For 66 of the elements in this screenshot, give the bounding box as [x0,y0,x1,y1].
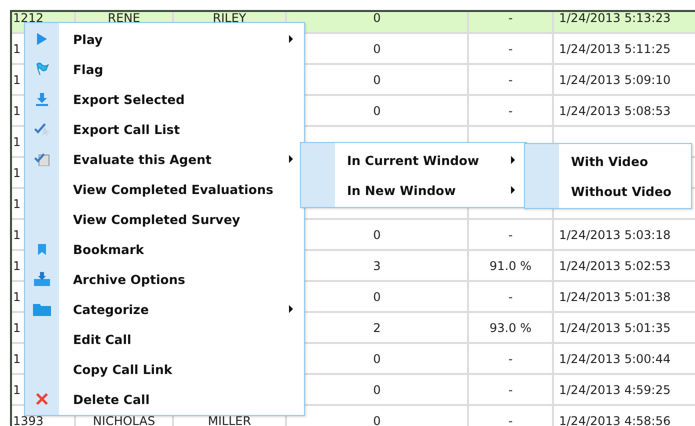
table-cell: 1/24/2013 5:03:18 [559,228,671,242]
table-cell: 0 [373,42,381,56]
table-cell: - [508,414,513,426]
table-cell: 1 [13,104,21,118]
table-cell: 0 [373,414,381,426]
table-cell: 1 [13,259,21,273]
table-cell: MILLER [208,414,252,426]
table-cell: 1/24/2013 4:58:56 [559,414,671,426]
table-cell: 0 [373,352,381,366]
table-cell: 91.0 % [490,259,532,273]
table-cell: - [508,104,513,118]
table-cell: 1212 [13,12,44,25]
menu-item[interactable]: In Current Window [301,145,526,175]
table-cell: 1/24/2013 5:13:23 [559,12,671,25]
table-cell: 93.0 % [490,321,532,335]
table-cell: 1/24/2013 5:08:53 [559,104,671,118]
table-cell: 1 [13,383,21,397]
table-cell: 1 [13,135,21,149]
table-cell: RILEY [212,12,246,25]
table-cell: 1/24/2013 4:59:25 [559,383,671,397]
menu-item[interactable]: Evaluate this Agent [25,144,304,174]
bookmark-icon [37,242,47,256]
table-cell: - [508,73,513,87]
table-cell: 0 [373,12,381,25]
table-cell: 0 [373,104,381,118]
play-icon [36,32,48,46]
table-cell: 0 [373,228,381,242]
download-icon [35,92,49,106]
table-cell: 1 [13,42,21,56]
close-icon [36,393,48,405]
table-cell: NICHOLAS [92,414,156,426]
table-cell: - [508,42,513,56]
table-cell: - [508,228,513,242]
table-cell: 1 [13,290,21,304]
table-cell: 1 [13,228,21,242]
folder-icon [33,302,51,316]
table-cell: 1 [13,197,21,211]
table-cell: - [508,290,513,304]
table-cell: 1 [13,321,21,335]
table-cell: 1/24/2013 5:09:10 [559,73,671,87]
check-star-icon [34,122,50,136]
flag-icon [35,62,49,76]
table-cell: 1/24/2013 5:02:53 [559,259,671,273]
table-cell: 1/24/2013 5:01:38 [559,290,671,304]
table-cell: 0 [373,383,381,397]
table-cell: - [508,352,513,366]
table-cell: 0 [373,290,381,304]
table-cell: 1 [13,73,21,87]
table-cell: 0 [373,73,381,87]
menu-item[interactable]: With Video [525,146,691,176]
table-cell: 3 [373,259,381,273]
table-cell: 1/24/2013 5:11:25 [559,42,671,56]
table-cell: 1 [13,166,21,180]
table-cell: - [508,383,513,397]
menu-item[interactable]: View Completed Evaluations [25,174,304,204]
table-cell: 2 [373,321,381,335]
table-cell: 1 [13,352,21,366]
menu-item[interactable]: Without Video [525,176,691,206]
table-cell: 1/24/2013 5:01:35 [559,321,671,335]
table-cell: - [508,12,513,25]
table-cell: RENE [108,12,140,25]
check-document-icon [34,152,50,166]
table-cell: 1393 [13,414,44,426]
tray-icon [33,272,51,286]
menu-item[interactable]: In New Window [301,175,526,205]
table-cell: 1/24/2013 5:00:44 [559,352,671,366]
